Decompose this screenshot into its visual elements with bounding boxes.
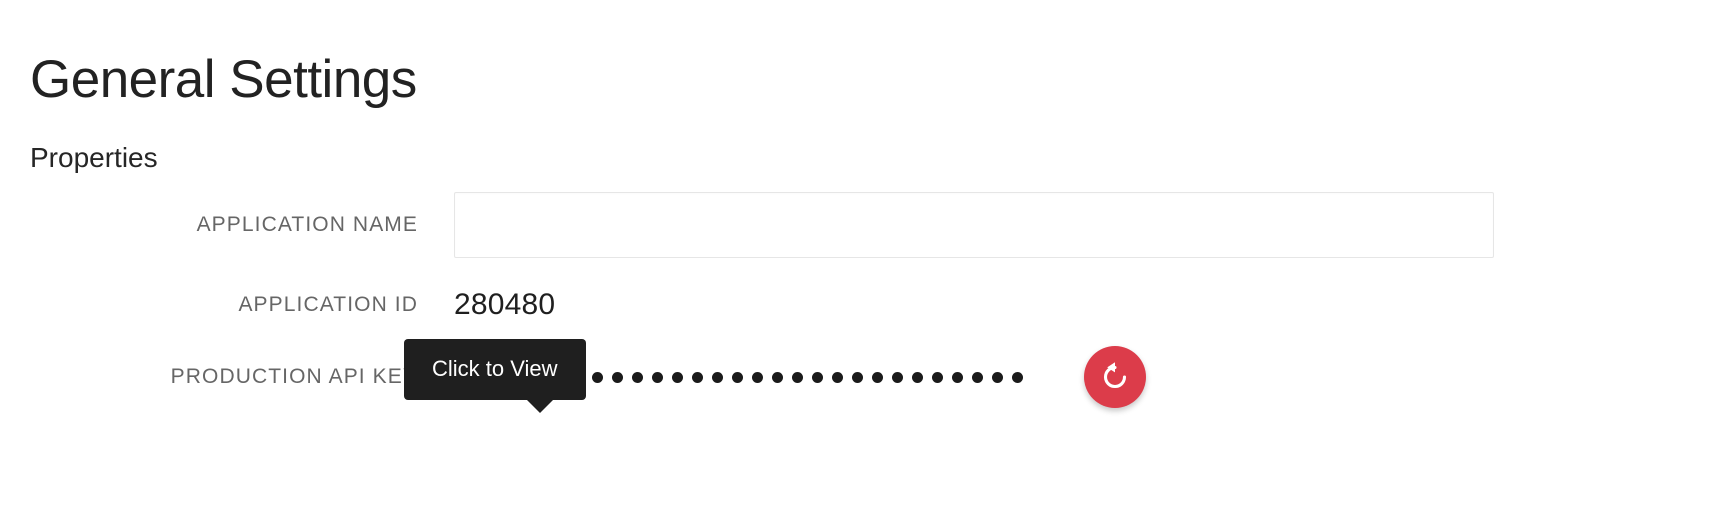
api-key-mask-dot bbox=[672, 371, 683, 383]
rotate-ccw-icon bbox=[1103, 362, 1127, 389]
label-application-id: APPLICATION ID bbox=[238, 293, 418, 316]
api-key-mask-dot bbox=[932, 371, 943, 383]
form-row-application-name: APPLICATION NAME bbox=[0, 186, 1728, 264]
api-key-mask-dot bbox=[792, 371, 803, 383]
control-production-api-key bbox=[454, 346, 1728, 408]
api-key-masked-value bbox=[512, 371, 1032, 383]
control-application-name bbox=[454, 192, 1728, 258]
api-key-mask-dot bbox=[632, 371, 643, 383]
page-title: General Settings bbox=[30, 49, 417, 109]
api-key-mask-dot bbox=[732, 371, 743, 383]
api-key-mask-dot bbox=[592, 371, 603, 383]
api-key-mask-dot bbox=[612, 371, 623, 383]
api-key-mask-dot bbox=[892, 371, 903, 383]
api-key-mask-dot bbox=[712, 371, 723, 383]
api-key-mask-dot bbox=[972, 371, 983, 383]
application-id-value: 280480 bbox=[454, 288, 556, 321]
tooltip-click-to-view: Click to View bbox=[404, 339, 586, 413]
control-application-id: 280480 bbox=[454, 288, 1728, 322]
general-settings-page: General Settings Properties APPLICATION … bbox=[0, 0, 1728, 516]
api-key-mask-dot bbox=[692, 371, 703, 383]
application-name-input[interactable] bbox=[454, 192, 1494, 258]
label-application-name: APPLICATION NAME bbox=[196, 213, 418, 236]
api-key-mask-dot bbox=[752, 371, 763, 383]
api-key-mask-dot bbox=[812, 371, 823, 383]
tooltip-text: Click to View bbox=[432, 356, 558, 381]
regenerate-api-key-button[interactable] bbox=[1084, 346, 1146, 408]
api-key-mask-dot bbox=[772, 371, 783, 383]
api-key-mask-dot bbox=[912, 371, 923, 383]
properties-form: APPLICATION NAME APPLICATION ID 280480 P… bbox=[0, 186, 1728, 408]
api-key-mask-dot bbox=[1012, 371, 1023, 383]
form-row-application-id: APPLICATION ID 280480 bbox=[0, 264, 1728, 346]
api-key-mask-dot bbox=[852, 371, 863, 383]
label-production-api-key: PRODUCTION API KEY bbox=[170, 365, 418, 388]
tooltip-arrow bbox=[526, 399, 554, 413]
api-key-mask-dot bbox=[832, 371, 843, 383]
form-row-production-api-key: PRODUCTION API KEY bbox=[0, 346, 1728, 408]
api-key-mask-dot bbox=[992, 371, 1003, 383]
api-key-mask-dot bbox=[952, 371, 963, 383]
api-key-mask-dot bbox=[652, 371, 663, 383]
section-heading-properties: Properties bbox=[30, 142, 158, 174]
api-key-mask-dot bbox=[872, 371, 883, 383]
